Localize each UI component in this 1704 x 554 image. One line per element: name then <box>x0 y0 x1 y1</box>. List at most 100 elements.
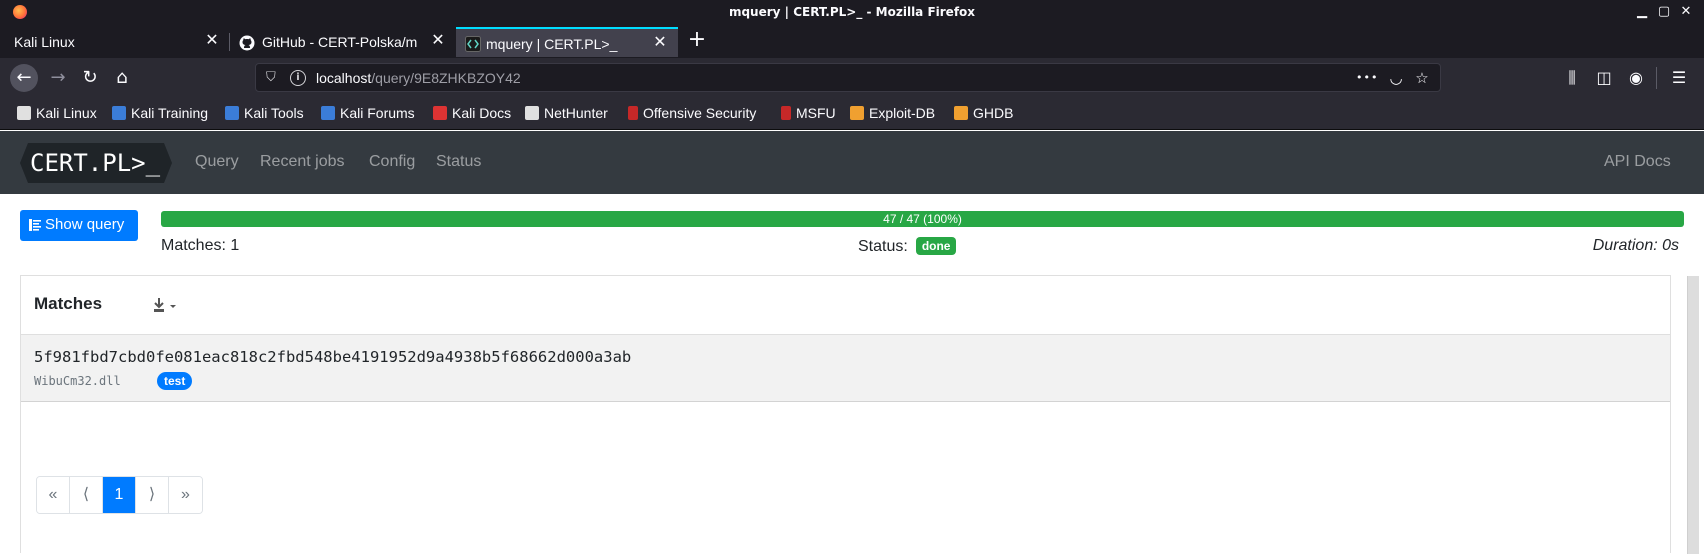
ghdb-icon <box>954 106 968 120</box>
nav-status[interactable]: Status <box>436 153 481 171</box>
bookmark-nethunter[interactable]: NetHunter <box>525 105 608 123</box>
maximize-button[interactable]: ▢ <box>1656 4 1672 20</box>
progress-bar-fill: 47 / 47 (100%) <box>161 211 1684 227</box>
window-title: mquery | CERT.PL>_ - Mozilla Firefox <box>728 5 976 19</box>
tab-label: mquery | CERT.PL>_ <box>486 36 618 52</box>
page-current-button[interactable]: 1 <box>103 477 136 513</box>
job-duration: Duration: 0s <box>1592 237 1679 254</box>
bookmark-msfu[interactable]: MSFU <box>781 105 836 123</box>
offsec-icon <box>628 106 638 120</box>
job-progress: 47 / 47 (100%) <box>161 211 1684 227</box>
navigation-toolbar: ← → ↻ ⌂ ⛉ i localhost/query/9E8ZHKBZOY42… <box>0 58 1704 98</box>
pocket-icon[interactable]: ◡ <box>1386 68 1406 88</box>
status-badge: done <box>915 237 957 255</box>
match-row[interactable]: 5f981fbd7cbd0fe081eac818c2fbd548be419195… <box>21 335 1670 402</box>
tab-github[interactable]: GitHub - CERT-Polska/m ✕ <box>230 27 454 57</box>
kali-training-icon <box>112 106 126 120</box>
bookmark-label: Exploit-DB <box>869 105 936 121</box>
status-label: Status: <box>858 238 908 255</box>
code-icon <box>465 36 481 52</box>
nav-recent-jobs[interactable]: Recent jobs <box>260 153 345 171</box>
main-content: Show query 47 / 47 (100%) Matches: 1 Sta… <box>5 194 1699 554</box>
match-tag[interactable]: test <box>157 372 193 390</box>
download-dropdown-icon[interactable] <box>152 296 182 316</box>
match-count: Matches: 1 <box>161 237 240 254</box>
sidebar-icon[interactable]: ◫ <box>1593 67 1615 89</box>
scrollbar[interactable] <box>1687 276 1699 554</box>
bookmark-kali-forums[interactable]: Kali Forums <box>321 105 415 123</box>
bookmark-label: NetHunter <box>544 105 608 121</box>
close-window-button[interactable]: ✕ <box>1678 4 1694 20</box>
site-info-icon[interactable]: i <box>290 70 306 86</box>
tab-mquery[interactable]: mquery | CERT.PL>_ ✕ <box>456 27 678 57</box>
page-actions-icon[interactable]: ••• <box>1356 68 1377 88</box>
menu-icon[interactable]: ☰ <box>1668 67 1690 89</box>
page-prev-button[interactable]: ⟨ <box>70 477 103 513</box>
new-tab-button[interactable]: + <box>686 29 708 51</box>
nav-query[interactable]: Query <box>195 153 239 171</box>
matches-card: Matches 5f981fbd7cbd0fe081eac818c2fbd548… <box>20 275 1699 554</box>
page-first-button[interactable]: « <box>37 477 70 513</box>
kali-forums-icon <box>321 106 335 120</box>
bookmark-star-icon[interactable]: ☆ <box>1412 68 1432 88</box>
pagination: « ⟨ 1 ⟩ » <box>36 476 203 514</box>
bookmark-label: GHDB <box>973 105 1014 121</box>
tab-kali-linux[interactable]: Kali Linux ✕ <box>0 27 228 57</box>
bookmark-kali-linux[interactable]: Kali Linux <box>17 105 97 123</box>
bookmark-label: Offensive Security <box>643 105 757 121</box>
tracking-shield-icon[interactable]: ⛉ <box>266 70 280 86</box>
tab-label: GitHub - CERT-Polska/m <box>262 34 418 50</box>
bookmark-offensive-security[interactable]: Offensive Security <box>628 105 756 123</box>
nav-api-docs[interactable]: API Docs <box>1604 153 1671 171</box>
tab-strip: Kali Linux ✕ GitHub - CERT-Polska/m ✕ mq… <box>0 25 1704 58</box>
account-icon[interactable]: ◉ <box>1625 67 1647 89</box>
bookmark-label: Kali Tools <box>244 105 304 121</box>
close-tab-icon[interactable]: ✕ <box>202 31 222 51</box>
kali-tools-icon <box>225 106 239 120</box>
show-query-button[interactable]: Show query <box>20 210 138 241</box>
matches-title: Matches <box>34 294 103 313</box>
logo-text: CERT.PL>_ <box>30 149 161 177</box>
bookmark-exploit-db[interactable]: Exploit-DB <box>850 105 935 123</box>
close-tab-icon[interactable]: ✕ <box>650 33 670 53</box>
bookmark-label: Kali Forums <box>340 105 415 121</box>
page-last-button[interactable]: » <box>169 477 202 513</box>
close-tab-icon[interactable]: ✕ <box>428 31 448 51</box>
cert-pl-logo[interactable]: CERT.PL>_ <box>20 143 172 183</box>
tab-label: Kali Linux <box>14 34 75 50</box>
page-next-button[interactable]: ⟩ <box>136 477 169 513</box>
library-icon[interactable]: ⫼ <box>1561 67 1583 89</box>
match-filename: WibuCm32.dll <box>34 374 121 388</box>
bookmark-kali-docs[interactable]: Kali Docs <box>433 105 511 123</box>
minimize-button[interactable]: ▁ <box>1634 4 1650 20</box>
msfu-icon <box>781 106 791 120</box>
bookmark-kali-tools[interactable]: Kali Tools <box>225 105 304 123</box>
github-icon <box>239 35 255 51</box>
url-text[interactable]: localhost/query/9E8ZHKBZOY42 <box>316 70 521 86</box>
nethunter-icon <box>525 106 539 120</box>
window-titlebar: mquery | CERT.PL>_ - Mozilla Firefox ▁ ▢… <box>0 0 1704 25</box>
home-button[interactable]: ⌂ <box>108 64 136 92</box>
align-left-icon <box>29 219 41 231</box>
kali-dragon-icon <box>17 106 31 120</box>
reload-button[interactable]: ↻ <box>76 64 104 92</box>
bookmark-label: Kali Training <box>131 105 209 121</box>
app-navbar: CERT.PL>_ Query Recent jobs Config Statu… <box>0 131 1704 194</box>
bookmarks-toolbar: Kali Linux Kali Training Kali Tools Kali… <box>0 98 1704 130</box>
nav-config[interactable]: Config <box>369 153 415 171</box>
bookmark-ghdb[interactable]: GHDB <box>954 105 1013 123</box>
forward-button[interactable]: → <box>44 64 72 92</box>
toolbar-separator <box>1656 67 1657 89</box>
bookmark-label: MSFU <box>796 105 836 121</box>
url-host: localhost <box>316 70 372 86</box>
bookmark-kali-training[interactable]: Kali Training <box>112 105 208 123</box>
bookmark-label: Kali Docs <box>452 105 512 121</box>
match-hash[interactable]: 5f981fbd7cbd0fe081eac818c2fbd548be419195… <box>34 348 631 366</box>
kali-docs-icon <box>433 106 447 120</box>
show-query-label: Show query <box>45 216 125 233</box>
exploit-db-icon <box>850 106 864 120</box>
matches-card-header: Matches <box>21 276 1670 335</box>
bookmark-label: Kali Linux <box>36 105 97 121</box>
back-button[interactable]: ← <box>10 64 38 92</box>
address-bar[interactable]: ⛉ i localhost/query/9E8ZHKBZOY42 ••• ◡ ☆ <box>255 63 1441 92</box>
